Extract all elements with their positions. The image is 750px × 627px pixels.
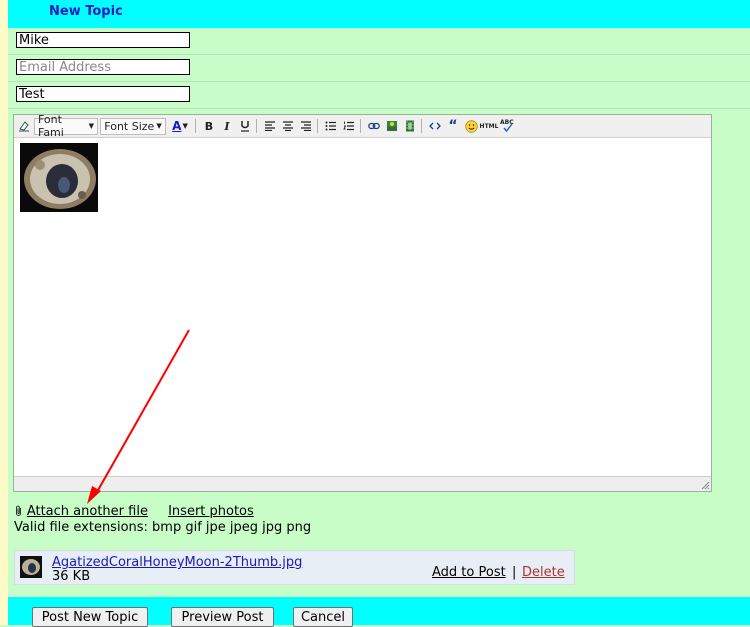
insert-video-button[interactable] [402,118,418,134]
attached-file-thumbnail [20,556,42,578]
paperclip-icon [15,504,27,518]
eraser-icon[interactable] [16,118,32,134]
quote-icon: “ [448,118,458,134]
insert-photos-link[interactable]: Insert photos [168,504,254,519]
resize-grip-icon[interactable] [700,480,710,490]
form-actions: Post New Topic Preview Post Cancel [8,597,750,627]
numbered-list-button[interactable] [341,118,357,134]
left-margin-strip [0,0,8,625]
post-new-topic-button[interactable]: Post New Topic [32,607,148,627]
toolbar-divider [360,119,361,133]
bullet-list-icon [325,121,336,131]
font-family-label: Font Fami [38,113,64,139]
cancel-button[interactable]: Cancel [293,607,353,627]
smiley-icon [464,119,478,133]
font-size-select[interactable]: Font Size ▼ [100,117,166,135]
name-row [8,28,750,55]
quote-button[interactable]: “ [445,118,461,134]
insert-image-button[interactable] [384,118,400,134]
subject-row [8,82,750,109]
bullet-list-button[interactable] [323,118,339,134]
message-editor[interactable]: Font Fami ▼ Font Size ▼ A ▼ B I “ HTML A… [13,113,712,492]
page-header: New Topic [8,0,750,28]
align-right-button[interactable] [298,118,314,134]
bold-button[interactable]: B [201,118,217,134]
attach-another-file-link[interactable]: Attach another file [27,504,148,519]
chevron-down-icon: ▼ [156,122,162,130]
align-left-button[interactable] [262,118,278,134]
attachment-links: Attach another file Insert photos [15,504,254,519]
toolbar-divider [195,119,196,133]
inserted-photo[interactable] [20,143,98,212]
code-button[interactable] [427,118,443,134]
attached-file-row: AgatizedCoralHoneyMoon-2Thumb.jpg 36 KB … [14,550,575,585]
valid-extensions-text: Valid file extensions: bmp gif jpe jpeg … [14,520,312,535]
html-source-button[interactable]: HTML [479,118,499,134]
editor-toolbar: Font Fami ▼ Font Size ▼ A ▼ B I “ HTML A… [14,113,711,139]
toolbar-divider [256,119,257,133]
font-color-button[interactable]: A ▼ [168,118,192,134]
image-icon [387,121,397,131]
add-to-post-link[interactable]: Add to Post [432,565,506,580]
spellcheck-button[interactable]: ABC [499,118,515,134]
italic-icon: I [224,119,230,133]
spellcheck-icon: ABC [500,119,514,133]
toolbar-divider [317,119,318,133]
align-center-button[interactable] [280,118,296,134]
email-field[interactable] [16,59,190,75]
chevron-down-icon: ▼ [88,122,94,130]
font-family-select[interactable]: Font Fami ▼ [34,113,98,139]
chevron-down-icon: ▼ [182,122,188,130]
code-icon [429,122,441,130]
page-title: New Topic [49,4,123,19]
align-right-icon [301,121,311,131]
name-field[interactable] [16,32,190,48]
align-left-icon [265,121,275,131]
link-separator: | [512,565,517,580]
link-button[interactable] [366,118,382,134]
link-icon [368,122,380,130]
underline-button[interactable] [237,118,253,134]
bold-icon: B [204,119,214,133]
align-center-icon [283,121,293,131]
preview-post-button[interactable]: Preview Post [171,607,274,627]
attached-file-size: 36 KB [52,569,91,584]
email-row [8,55,750,82]
numbered-list-icon [343,121,354,131]
subject-field[interactable] [16,86,190,102]
attached-file-name[interactable]: AgatizedCoralHoneyMoon-2Thumb.jpg [52,555,302,570]
editor-statusbar [14,476,711,491]
font-color-icon: A [172,119,182,133]
html-icon: HTML [479,122,499,130]
emoticon-button[interactable] [463,118,479,134]
font-size-label: Font Size [104,119,155,133]
underline-icon [241,121,249,132]
film-icon [406,120,414,132]
toolbar-divider [421,119,422,133]
italic-button[interactable]: I [219,118,235,134]
delete-attachment-link[interactable]: Delete [522,565,565,580]
